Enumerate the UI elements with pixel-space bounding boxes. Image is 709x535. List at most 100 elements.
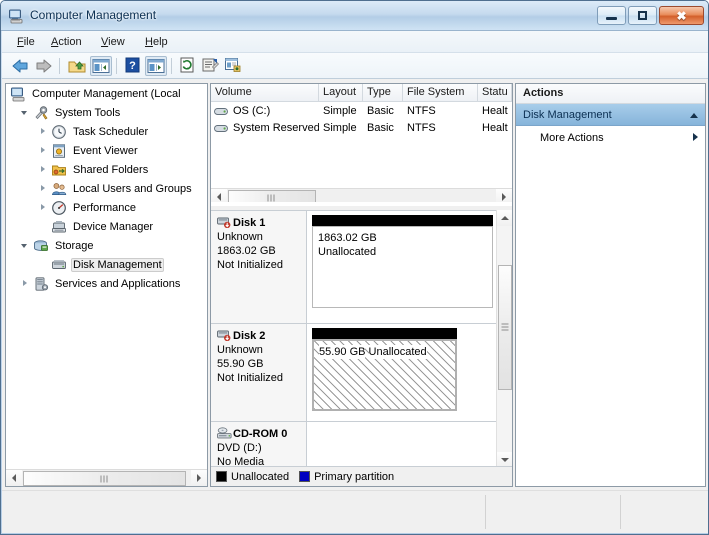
column-header-layout[interactable]: Layout xyxy=(319,84,363,102)
chevron-right-icon[interactable] xyxy=(693,132,698,144)
disk-row-cdrom-0[interactable]: CD-ROM 0 DVD (D:) No Media xyxy=(211,422,497,468)
actions-pane: Actions Disk Management More Actions xyxy=(515,83,706,487)
tree-item-label: Performance xyxy=(73,201,136,214)
tree-horizontal-scrollbar[interactable] xyxy=(6,469,207,486)
up-one-level-button[interactable] xyxy=(66,56,88,76)
partition-size: 1863.02 GB xyxy=(318,232,377,244)
tree-item-label: Event Viewer xyxy=(73,144,138,157)
disk-size: 1863.02 GB xyxy=(217,245,276,257)
column-header-type[interactable]: Type xyxy=(363,84,403,102)
menu-item-help-rest: elp xyxy=(152,36,168,48)
tree-item-storage[interactable]: Storage xyxy=(6,236,207,255)
properties-icon xyxy=(202,58,219,72)
cell-layout: Simple xyxy=(323,122,357,134)
scroll-right-button[interactable] xyxy=(191,470,207,486)
console-tree-icon xyxy=(92,59,110,73)
disk-view-scroll-thumb[interactable] xyxy=(498,265,512,390)
tree-item-computer-management[interactable]: Computer Management (Local xyxy=(6,84,207,103)
partition-block[interactable]: 55.90 GB Unallocated xyxy=(312,328,457,417)
tree-item-label: Computer Management (Local xyxy=(32,87,181,100)
tree-item-shared-folders[interactable]: Shared Folders xyxy=(6,160,207,179)
client-area: Computer Management (Local System Tools xyxy=(2,79,708,491)
disk-type: DVD (D:) xyxy=(217,442,262,454)
legend-label: Unallocated xyxy=(231,470,290,483)
tree-item-system-tools[interactable]: System Tools xyxy=(6,103,207,122)
expand-collapse-icon[interactable] xyxy=(20,278,31,289)
refresh-button[interactable] xyxy=(177,56,199,76)
status-bar-separator-1 xyxy=(485,495,486,529)
table-row[interactable]: OS (C:) Simple Basic NTFS Healt xyxy=(211,103,512,120)
disk-name: Disk 1 xyxy=(233,217,266,229)
tree-item-disk-management[interactable]: Disk Management xyxy=(6,255,207,274)
disk-info-disk-1: Disk 1 Unknown 1863.02 GB Not Initialize… xyxy=(211,211,307,323)
forward-arrow-icon xyxy=(36,59,52,73)
column-header-status[interactable]: Statu xyxy=(478,84,512,102)
minimize-button[interactable] xyxy=(597,6,626,25)
menu-item-action[interactable]: Action xyxy=(44,34,89,50)
scroll-left-button[interactable] xyxy=(6,470,22,486)
table-row[interactable]: System Reserved Simple Basic NTFS Healt xyxy=(211,120,512,137)
disk-row-disk-1[interactable]: Disk 1 Unknown 1863.02 GB Not Initialize… xyxy=(211,211,497,324)
column-header-file-system[interactable]: File System xyxy=(403,84,478,102)
toolbar-separator-2 xyxy=(116,58,117,74)
action-item-more-actions[interactable]: More Actions xyxy=(516,127,705,149)
event-viewer-icon xyxy=(51,143,67,159)
column-header-volume[interactable]: Volume xyxy=(211,84,319,102)
partition-block[interactable]: 1863.02 GB Unallocated xyxy=(312,215,493,319)
expand-collapse-icon[interactable] xyxy=(38,183,49,194)
properties-button[interactable] xyxy=(200,56,222,76)
tree-item-device-manager[interactable]: Device Manager xyxy=(6,217,207,236)
computer-icon xyxy=(10,86,26,102)
rescan-disks-button[interactable] xyxy=(223,56,245,76)
expand-collapse-icon[interactable] xyxy=(20,240,31,251)
tree-item-label: Disk Management xyxy=(71,257,164,272)
expand-collapse-icon[interactable] xyxy=(38,202,49,213)
cell-layout: Simple xyxy=(323,105,357,117)
show-hide-tree-button[interactable] xyxy=(90,56,112,76)
menu-item-file[interactable]: File xyxy=(10,34,42,50)
volume-list: Volume Layout Type File System Statu OS … xyxy=(211,84,512,202)
question-mark-icon: ? xyxy=(125,57,140,73)
volume-list-scroll-thumb[interactable] xyxy=(228,190,316,202)
window-title: Computer Management xyxy=(30,8,157,22)
tree-item-label: System Tools xyxy=(55,106,121,119)
expand-collapse-icon[interactable] xyxy=(38,145,49,156)
tree-item-task-scheduler[interactable]: Task Scheduler xyxy=(6,122,207,141)
scroll-right-button[interactable] xyxy=(496,189,512,202)
arrow-left-icon xyxy=(211,189,227,202)
close-button[interactable]: ✖ xyxy=(659,6,704,25)
disk-view-vertical-scrollbar[interactable] xyxy=(496,210,512,468)
disk-size: 55.90 GB xyxy=(217,358,264,370)
tree-scroll-thumb[interactable] xyxy=(23,471,186,486)
expand-collapse-icon[interactable] xyxy=(38,126,49,137)
title-bar: Computer Management ✖ xyxy=(1,1,708,31)
expand-collapse-icon[interactable] xyxy=(38,164,49,175)
help-button[interactable]: ? xyxy=(122,56,144,76)
tree-item-local-users-and-groups[interactable]: Local Users and Groups xyxy=(6,179,207,198)
tree-item-event-viewer[interactable]: Event Viewer xyxy=(6,141,207,160)
disk-info-cdrom-0: CD-ROM 0 DVD (D:) No Media xyxy=(211,422,307,468)
forward-button[interactable] xyxy=(33,56,55,76)
menu-item-view[interactable]: View xyxy=(94,34,132,50)
partition-legend: Unallocated Primary partition xyxy=(211,466,512,486)
disk-graphical-view: Disk 1 Unknown 1863.02 GB Not Initialize… xyxy=(211,210,512,468)
back-button[interactable] xyxy=(9,56,31,76)
scroll-up-button[interactable] xyxy=(497,210,512,226)
action-item-label: More Actions xyxy=(540,132,604,144)
tree-item-services-and-applications[interactable]: Services and Applications xyxy=(6,274,207,293)
volume-list-horizontal-scrollbar[interactable] xyxy=(211,188,512,202)
show-action-pane-button[interactable] xyxy=(145,56,167,76)
disk-row-disk-2[interactable]: Disk 2 Unknown 55.90 GB Not Initialized … xyxy=(211,324,497,422)
expand-collapse-icon[interactable] xyxy=(20,107,31,118)
maximize-button[interactable] xyxy=(628,6,657,25)
chevron-up-icon[interactable] xyxy=(690,109,698,121)
cell-file-system: NTFS xyxy=(407,105,436,117)
menu-item-help[interactable]: Help xyxy=(138,34,175,50)
partition-color-bar xyxy=(312,215,493,226)
actions-group-label: Disk Management xyxy=(523,108,612,121)
disk-name: Disk 2 xyxy=(233,330,266,342)
disk-not-initialized-icon xyxy=(217,329,232,342)
scroll-left-button[interactable] xyxy=(211,189,227,202)
tree-item-performance[interactable]: Performance xyxy=(6,198,207,217)
actions-group-disk-management[interactable]: Disk Management xyxy=(516,104,705,126)
